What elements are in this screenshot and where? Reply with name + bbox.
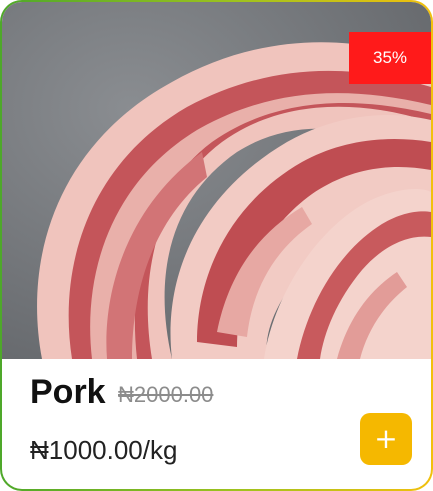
current-price-row: ₦1000.00/kg [30, 435, 177, 466]
product-info: Pork ₦2000.00 ₦1000.00/kg + [2, 359, 431, 489]
plus-icon: + [374, 422, 398, 455]
price-unit: /kg [142, 435, 178, 465]
product-card-body: 35% Pork ₦2000.00 ₦1000.00/kg + [2, 2, 431, 489]
product-card[interactable]: 35% Pork ₦2000.00 ₦1000.00/kg + [0, 0, 433, 491]
current-price: ₦1000.00 [30, 435, 143, 465]
product-name: Pork [30, 373, 106, 411]
add-to-cart-button[interactable]: + [360, 413, 412, 465]
product-image[interactable]: 35% [2, 2, 431, 359]
discount-badge: 35% [349, 32, 431, 84]
original-price: ₦2000.00 [118, 382, 214, 407]
